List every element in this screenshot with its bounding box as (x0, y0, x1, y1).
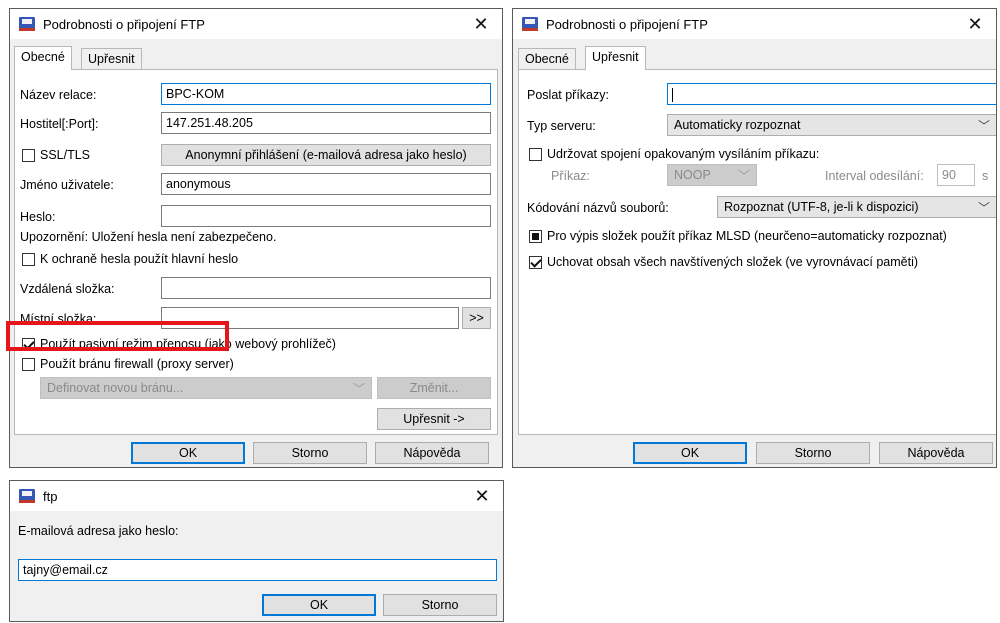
interval-input: 90 (937, 164, 975, 186)
close-icon[interactable]: ✕ (954, 9, 996, 39)
tab-advanced[interactable]: Upřesnit (81, 48, 142, 70)
anonymous-login-button[interactable]: Anonymní přihlášení (e-mailová adresa ja… (161, 144, 491, 166)
cancel-button[interactable]: Storno (253, 442, 367, 464)
dialog-title: ftp (43, 488, 58, 504)
proxy-select: Definovat novou bránu... ﹀ (40, 377, 372, 399)
advanced-tab-panel: Poslat příkazy: Typ serveru: Automaticky… (518, 69, 996, 435)
encoding-value: Rozpoznat (UTF-8, je-li k dispozici) (724, 200, 919, 214)
browse-local-folder-button[interactable]: >> (462, 307, 491, 329)
session-name-label: Název relace: (20, 88, 97, 102)
email-label: E-mailová adresa jako heslo: (18, 524, 179, 538)
help-button[interactable]: Nápověda (879, 442, 993, 464)
tab-general[interactable]: Obecné (518, 48, 576, 70)
encoding-label: Kódování názvů souborů: (527, 201, 669, 215)
local-folder-input[interactable] (161, 307, 459, 329)
ssl-checkbox[interactable] (22, 149, 35, 162)
cancel-button[interactable]: Storno (383, 594, 497, 616)
ssl-label: SSL/TLS (40, 148, 91, 162)
general-tab-panel: Název relace: BPC-KOM Hostitel[:Port]: 1… (14, 69, 498, 435)
remote-folder-label: Vzdálená složka: (20, 282, 115, 296)
password-label: Heslo: (20, 210, 56, 224)
ftp-details-dialog-general: Podrobnosti o připojení FTP ✕ Obecné Upř… (9, 8, 503, 468)
firewall-checkbox[interactable] (22, 358, 35, 371)
passive-mode-checkbox[interactable] (22, 338, 35, 351)
send-commands-label: Poslat příkazy: (527, 88, 609, 102)
host-label: Hostitel[:Port]: (20, 117, 99, 131)
chevron-down-icon: ﹀ (352, 382, 365, 396)
ok-button[interactable]: OK (131, 442, 245, 464)
ftp-details-dialog-advanced: Podrobnosti o připojení FTP ✕ Obecné Upř… (512, 8, 997, 468)
change-proxy-button: Změnit... (377, 377, 491, 399)
tab-advanced[interactable]: Upřesnit (585, 46, 646, 70)
master-password-label: K ochraně hesla použít hlavní heslo (40, 252, 239, 266)
title-bar[interactable]: ftp ✕ (10, 481, 503, 511)
session-name-input[interactable]: BPC-KOM (161, 83, 491, 105)
username-label: Jméno uživatele: (20, 178, 114, 192)
remote-folder-input[interactable] (161, 277, 491, 299)
ftp-app-icon (522, 17, 538, 31)
chevron-down-icon: ﹀ (737, 169, 750, 183)
ok-button[interactable]: OK (633, 442, 747, 464)
help-button[interactable]: Nápověda (375, 442, 489, 464)
passive-mode-label: Použít pasivní režim přenosu (jako webov… (40, 337, 336, 351)
keepalive-label: Udržovat spojení opakovaným vysíláním př… (547, 147, 820, 161)
ftp-app-icon (19, 489, 35, 503)
close-icon[interactable]: ✕ (460, 9, 502, 39)
text-caret (672, 87, 673, 102)
host-input[interactable]: 147.251.48.205 (161, 112, 491, 134)
ftp-email-dialog: ftp ✕ E-mailová adresa jako heslo: tajny… (9, 480, 504, 622)
chevron-down-icon: ﹀ (977, 201, 990, 215)
cache-folders-label: Uchovat obsah všech navštívených složek … (547, 255, 919, 269)
command-select: NOOP ﹀ (667, 164, 757, 186)
mlsd-label: Pro výpis složek použít příkaz MLSD (neu… (547, 229, 947, 243)
ftp-app-icon (19, 17, 35, 31)
dialog-title: Podrobnosti o připojení FTP (546, 16, 708, 32)
title-bar[interactable]: Podrobnosti o připojení FTP ✕ (10, 9, 502, 39)
cancel-button[interactable]: Storno (756, 442, 870, 464)
username-input[interactable]: anonymous (161, 173, 491, 195)
master-password-checkbox[interactable] (22, 253, 35, 266)
firewall-label: Použít bránu firewall (proxy server) (40, 357, 234, 371)
dialog-title: Podrobnosti o připojení FTP (43, 16, 205, 32)
close-icon[interactable]: ✕ (461, 481, 503, 511)
title-bar[interactable]: Podrobnosti o připojení FTP ✕ (513, 9, 996, 39)
interval-label: Interval odesílání: (825, 169, 924, 183)
send-commands-input[interactable] (667, 83, 996, 105)
server-type-value: Automaticky rozpoznat (674, 118, 801, 132)
command-value: NOOP (674, 168, 711, 182)
keepalive-checkbox[interactable] (529, 148, 542, 161)
ok-button[interactable]: OK (262, 594, 376, 616)
password-warning-text: Upozornění: Uložení hesla není zabezpeče… (20, 230, 277, 244)
proxy-select-value: Definovat novou bránu... (47, 381, 184, 395)
interval-unit: s (982, 169, 989, 183)
tab-general[interactable]: Obecné (14, 46, 72, 70)
server-type-select[interactable]: Automaticky rozpoznat ﹀ (667, 114, 996, 136)
mlsd-checkbox[interactable] (529, 230, 542, 243)
command-label: Příkaz: (551, 169, 590, 183)
encoding-select[interactable]: Rozpoznat (UTF-8, je-li k dispozici) ﹀ (717, 196, 996, 218)
password-input[interactable] (161, 205, 491, 227)
advanced-button[interactable]: Upřesnit -> (377, 408, 491, 430)
server-type-label: Typ serveru: (527, 119, 596, 133)
chevron-down-icon: ﹀ (977, 119, 990, 133)
local-folder-label: Místní složka: (20, 312, 97, 326)
email-input[interactable]: tajny@email.cz (18, 559, 497, 581)
cache-folders-checkbox[interactable] (529, 256, 542, 269)
